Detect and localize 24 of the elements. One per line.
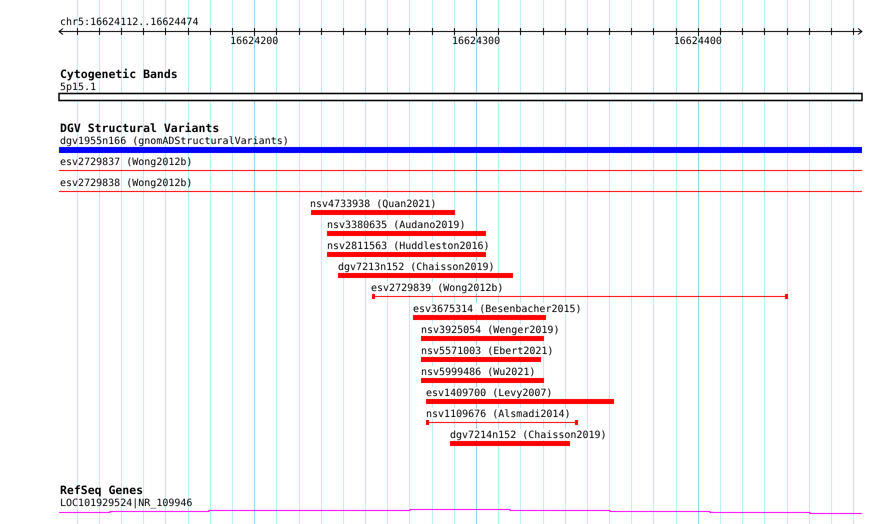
tick-label: 16624200: [230, 36, 278, 47]
location-label: chr5:16624112..16624474: [60, 17, 198, 28]
feature-label: esv2729838 (Wong2012b): [60, 178, 192, 189]
feature-label: esv3675314 (Besenbacher2015): [413, 304, 582, 315]
track-title: DGV Structural Variants: [60, 121, 220, 135]
feature-label: dgv7214n152 (Chaisson2019): [450, 430, 607, 441]
feature-label: LOC101929524|NR_109946: [60, 498, 192, 509]
track-title: Cytogenetic Bands: [60, 67, 178, 81]
feature-label: 5p15.1: [60, 82, 96, 93]
feature-label: esv2729839 (Wong2012b): [371, 283, 504, 294]
feature-label: esv2729837 (Wong2012b): [60, 157, 192, 168]
feature-label: nsv3380635 (Audano2019): [327, 220, 466, 231]
feature-label: esv1409700 (Levy2007): [426, 388, 552, 399]
feature-label: dgv7213n152 (Chaisson2019): [338, 262, 495, 273]
feature-label: nsv4733938 (Quan2021): [310, 199, 436, 210]
feature-label: nsv2811563 (Huddleston2016): [327, 241, 490, 252]
feature-label: dgv1955n166 (gnomADStructuralVariants): [60, 136, 289, 147]
feature-label: nsv1109676 (Alsmadi2014): [426, 409, 570, 420]
tick-label: 16624300: [452, 36, 500, 47]
feature-label: nsv5999486 (Wu2021): [421, 367, 536, 378]
feature-label: nsv3925054 (Wenger2019): [421, 325, 560, 336]
track-title: RefSeq Genes: [60, 483, 144, 497]
tick-label: 16624400: [674, 36, 722, 47]
feature-label: nsv5571003 (Ebert2021): [421, 346, 554, 357]
